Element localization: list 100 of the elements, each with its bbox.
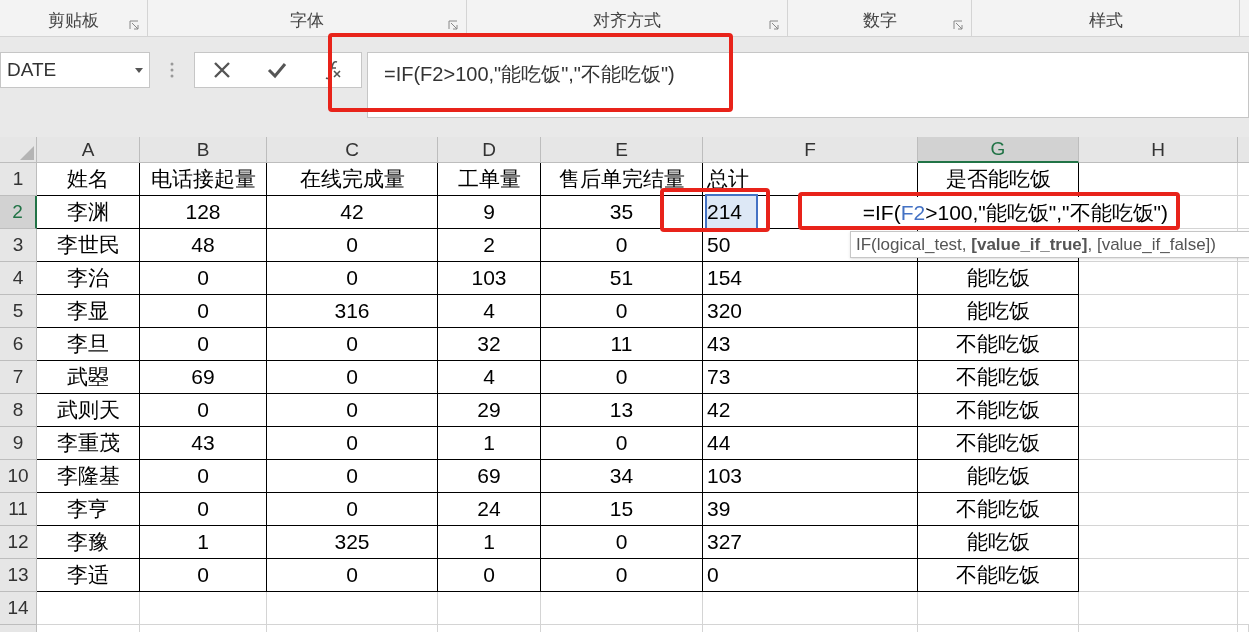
column-header[interactable]: C <box>267 137 438 163</box>
function-icon[interactable] <box>323 60 343 80</box>
column-header[interactable]: A <box>37 137 140 163</box>
column-header[interactable]: G <box>918 137 1079 163</box>
dropdown-icon[interactable] <box>135 67 143 73</box>
table-cell-text: 能吃饭 <box>966 265 1030 292</box>
select-all-icon[interactable] <box>20 146 34 160</box>
table-cell-text: 能吃饭 <box>966 529 1030 556</box>
table-cell-text: 李豫 <box>67 529 109 556</box>
table-cell-text: 43 <box>707 331 731 358</box>
table-cell-text: 李隆基 <box>56 463 120 490</box>
table-cell-text: 0 <box>615 298 628 325</box>
table-cell-text: 1 <box>483 529 495 556</box>
row-header[interactable]: 5 <box>0 295 37 328</box>
dialog-launcher-icon[interactable] <box>448 20 458 30</box>
row-header[interactable]: 7 <box>0 361 37 394</box>
table-cell-text: 电话接起量 <box>150 166 256 193</box>
table-cell-text: 不能吃饭 <box>956 364 1040 391</box>
dialog-launcher-icon[interactable] <box>129 20 139 30</box>
table-cell-text: 154 <box>707 265 743 292</box>
table-cell-text: 不能吃饭 <box>956 397 1040 424</box>
row-header[interactable]: 9 <box>0 427 37 460</box>
table-cell-text: 15 <box>609 496 634 523</box>
ribbon-group-label: 对齐方式 <box>593 9 661 32</box>
table-cell-text: 51 <box>609 265 634 292</box>
row-header[interactable]: 11 <box>0 493 37 526</box>
table-cell-text: 0 <box>707 562 719 589</box>
table-cell-text: 327 <box>707 529 743 556</box>
column-header[interactable]: F <box>703 137 918 163</box>
table-cell-text: 0 <box>483 562 495 589</box>
table-cell-text: 13 <box>609 397 634 424</box>
table-cell-text: 0 <box>346 265 358 292</box>
column-header[interactable]: E <box>541 137 703 163</box>
table-cell-text: 1 <box>483 430 495 457</box>
table-cell-text: 0 <box>197 265 209 292</box>
table-cell-text: 在线完成量 <box>299 166 405 193</box>
ribbon-group-label: 样式 <box>1088 9 1123 32</box>
table-cell-text: 0 <box>197 298 209 325</box>
table-cell-text: 0 <box>615 562 628 589</box>
cancel-icon[interactable] <box>213 61 231 79</box>
table-cell-text: 0 <box>197 562 209 589</box>
table-cell-text: 0 <box>615 364 628 391</box>
row-header[interactable]: 8 <box>0 394 37 427</box>
table-cell-text: 4 <box>483 364 495 391</box>
table-cell-text: 李旦 <box>67 331 109 358</box>
row-header[interactable]: 10 <box>0 460 37 493</box>
table-cell-text: 2 <box>483 232 495 259</box>
column-header[interactable]: H <box>1079 137 1238 163</box>
name-box[interactable]: DATE <box>0 52 150 88</box>
table-cell-text: 不能吃饭 <box>956 430 1040 457</box>
table-cell-text: 50 <box>707 232 731 259</box>
table-cell-text: 44 <box>707 430 731 457</box>
row-header[interactable]: 1 <box>0 163 37 196</box>
column-header[interactable]: D <box>438 137 541 163</box>
table-cell-text: 325 <box>334 529 370 556</box>
table-cell-text: 李重茂 <box>56 430 120 457</box>
check-icon[interactable] <box>267 61 287 79</box>
row-header[interactable]: 4 <box>0 262 37 295</box>
table-cell-text: 34 <box>609 463 634 490</box>
table-cell-text: 能吃饭 <box>966 463 1030 490</box>
table-cell-text: 69 <box>191 364 215 391</box>
row-header[interactable]: 13 <box>0 559 37 592</box>
table-cell-text: 0 <box>197 397 209 424</box>
row-header[interactable]: 3 <box>0 229 37 262</box>
table-cell-text: 103 <box>471 265 507 292</box>
table-cell: 214 <box>707 196 757 228</box>
table-cell-text: 0 <box>615 232 628 259</box>
select-all-corner[interactable] <box>0 137 37 163</box>
table-cell-text: 69 <box>477 463 501 490</box>
column-header[interactable]: B <box>140 137 267 163</box>
table-cell-text: 42 <box>707 397 731 424</box>
table-cell-text: 李治 <box>67 265 109 292</box>
row-header <box>0 625 37 632</box>
dialog-launcher-icon[interactable] <box>953 20 963 30</box>
formula-text: =IF(F2>100,"能吃饭","不能吃饭") <box>384 63 675 85</box>
table-cell-text: 0 <box>346 397 358 424</box>
row-header[interactable]: 12 <box>0 526 37 559</box>
table-cell-text: 0 <box>197 496 209 523</box>
row-header[interactable]: 6 <box>0 328 37 361</box>
table-cell-text: 李渊 <box>67 199 109 226</box>
formula-field[interactable]: =IF(F2>100,"能吃饭","不能吃饭") <box>367 52 1249 118</box>
table-cell-text: 11 <box>610 331 633 358</box>
table-cell-text: 李显 <box>67 298 109 325</box>
ribbon-group-label: 字体 <box>290 9 324 32</box>
table-cell-text: 0 <box>615 430 628 457</box>
table-cell-text: 128 <box>185 199 221 226</box>
table-cell-text: 1 <box>197 529 209 556</box>
row-header[interactable]: 2 <box>0 196 37 229</box>
ribbon-group-label: 数字 <box>862 9 897 32</box>
table-cell-text: 李适 <box>67 562 109 589</box>
table-cell-text: 不能吃饭 <box>956 331 1040 358</box>
table-cell-text: 103 <box>707 463 743 490</box>
dialog-launcher-icon[interactable] <box>769 20 779 30</box>
row-header[interactable]: 14 <box>0 592 37 625</box>
table-cell-text: 工单量 <box>457 166 521 193</box>
table-cell-text: 48 <box>191 232 215 259</box>
table-cell-text: 0 <box>346 430 358 457</box>
table-cell-text: 不能吃饭 <box>956 562 1040 589</box>
table-cell-text: 0 <box>346 364 358 391</box>
table-cell-text: 42 <box>340 199 364 226</box>
